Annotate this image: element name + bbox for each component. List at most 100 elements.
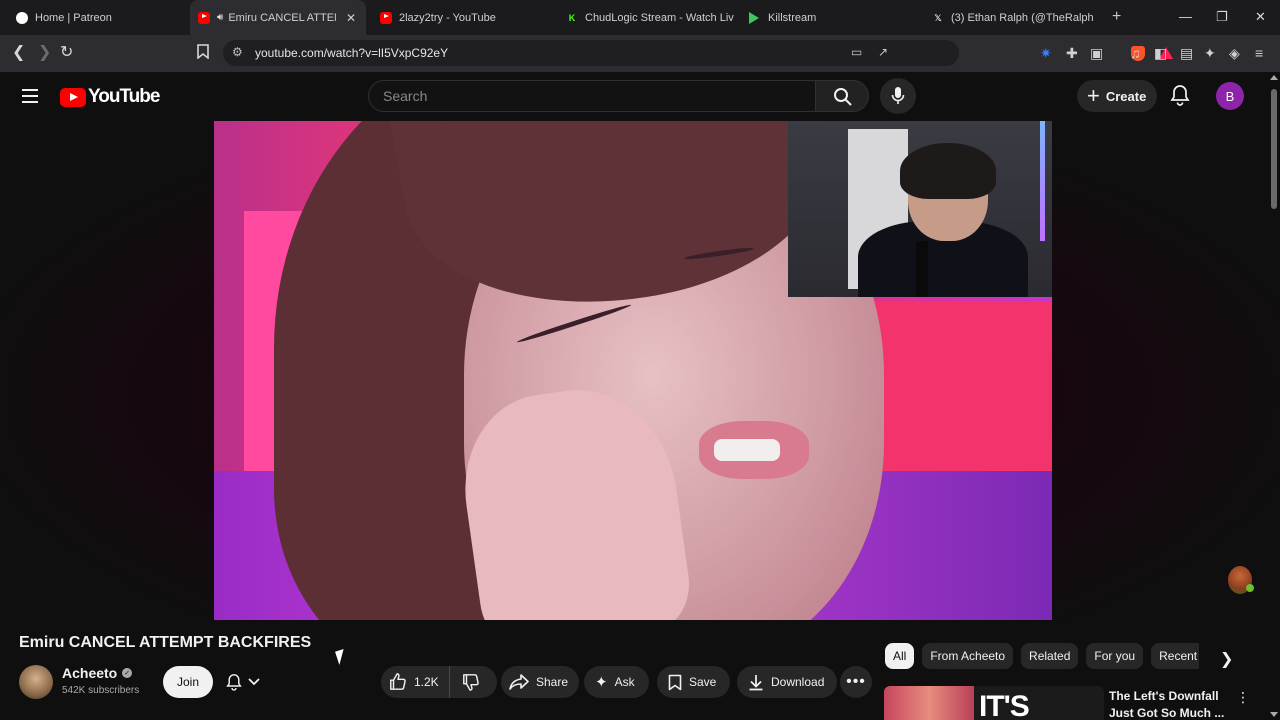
search-input[interactable] [383, 81, 803, 111]
reload-icon[interactable]: ↻ [60, 44, 73, 62]
microphone-icon [891, 87, 905, 104]
subscription-bell-button[interactable] [226, 666, 260, 698]
chevron-right-icon[interactable]: ❯ [1220, 649, 1233, 669]
extensions-puzzle-icon[interactable]: ✚ [1066, 45, 1078, 61]
voice-search-button[interactable] [880, 78, 916, 114]
youtube-logo-icon [60, 87, 86, 107]
save-label: Save [689, 675, 717, 689]
tab-youtube-active[interactable]: 🔊︎ Emiru CANCEL ATTEMPT ✕ [190, 0, 366, 35]
floating-extension-icon[interactable] [1228, 566, 1254, 594]
chip-all[interactable]: All [885, 643, 915, 669]
download-label: Download [771, 675, 825, 689]
download-button[interactable]: Download [737, 666, 837, 698]
share-button[interactable]: Share [501, 666, 579, 698]
kick-icon: K [568, 12, 576, 23]
new-tab-icon[interactable]: + [1112, 8, 1121, 26]
channel-avatar[interactable] [19, 665, 53, 699]
speaker-icon[interactable]: 🔊︎ [217, 12, 223, 23]
tab-killstream[interactable]: Killstream [741, 0, 917, 35]
patreon-icon [16, 11, 28, 24]
channel-name-text[interactable]: Acheeto [62, 665, 117, 681]
download-icon [749, 674, 763, 690]
site-info-icon[interactable]: ⚙ [232, 45, 243, 59]
ask-label: Ask [614, 675, 635, 689]
thumbnail-text: IT'S [979, 690, 1030, 720]
scroll-down-icon[interactable] [1270, 712, 1278, 717]
forward-icon[interactable]: ❯ [38, 44, 51, 62]
scrollbar-thumb[interactable] [1271, 89, 1277, 209]
chip-recent[interactable]: Recent [1151, 643, 1200, 669]
dislike-button[interactable] [450, 666, 492, 698]
hamburger-menu-icon[interactable] [22, 89, 38, 103]
bell-icon [226, 674, 242, 691]
video-frame-subject [714, 439, 780, 461]
like-button[interactable]: 1.2K [381, 666, 450, 698]
youtube-logo[interactable]: YouTube [60, 86, 160, 108]
leo-ai-icon[interactable]: ✦ [1204, 45, 1216, 61]
save-button[interactable]: Save [657, 666, 730, 698]
thumbnail-photo [884, 686, 974, 720]
chip-from-acheeto[interactable]: From Acheeto [922, 643, 1014, 669]
plus-icon: + [1087, 83, 1100, 108]
address-bar[interactable]: ⚙ youtube.com/watch?v=lI5VxpC92eY ▭ ↗ [223, 40, 1173, 66]
menu-icon[interactable]: ≡ [1255, 45, 1263, 61]
like-dislike-group: 1.2K [381, 666, 497, 698]
webcam-overlay [788, 121, 1052, 297]
webcam-frame [1040, 121, 1045, 241]
scroll-up-icon[interactable] [1270, 75, 1278, 80]
wallet-icon[interactable]: ▤ [1180, 45, 1193, 61]
tab-2lazy2try[interactable]: 2lazy2try - YouTube [372, 0, 552, 35]
create-button[interactable]: + Create [1077, 80, 1157, 112]
page-scrollbar[interactable] [1270, 75, 1278, 720]
webcam-frame [900, 143, 996, 199]
chip-for-you[interactable]: For you [1086, 643, 1144, 669]
sidebar-icon[interactable]: ◧ [1154, 45, 1167, 61]
youtube-icon [380, 11, 392, 24]
tab-label: Emiru CANCEL ATTEMPT [228, 11, 336, 24]
youtube-header: YouTube + Create B [0, 72, 1280, 120]
sparkle-icon: ✦ [595, 674, 608, 691]
media-icon[interactable]: ♫ [1130, 45, 1141, 61]
join-button[interactable]: Join [163, 666, 213, 698]
close-tab-icon[interactable]: ✕ [336, 11, 366, 25]
bookmark-icon[interactable] [197, 44, 209, 63]
recommendation-title[interactable]: The Left's Downfall Just Got So Much ... [1109, 688, 1231, 720]
more-vertical-icon[interactable]: ⋮ [1236, 689, 1250, 706]
tab-ethan-ralph[interactable]: 𝕏 (3) Ethan Ralph (@TheRalphRet [924, 0, 1100, 35]
tab-label: Killstream [768, 11, 817, 24]
more-actions-button[interactable]: ••• [840, 666, 872, 698]
chip-related[interactable]: Related [1021, 643, 1079, 669]
bookmark-save-icon [668, 674, 682, 690]
create-label: Create [1105, 88, 1147, 104]
account-avatar[interactable]: B [1216, 82, 1244, 110]
restore-icon[interactable]: ❐ [1216, 9, 1228, 25]
close-window-icon[interactable]: ✕ [1255, 9, 1266, 25]
cast-icon[interactable]: ▭ [851, 45, 862, 59]
chevron-down-icon [248, 678, 260, 686]
tab-label: 2lazy2try - YouTube [399, 11, 496, 24]
play-icon [749, 11, 761, 24]
youtube-wordmark: YouTube [88, 86, 160, 107]
back-icon[interactable]: ❮ [12, 44, 25, 62]
share-icon [509, 674, 529, 690]
tab-label: (3) Ethan Ralph (@TheRalphRet [951, 11, 1093, 24]
search-button[interactable] [815, 80, 869, 112]
search-icon [834, 88, 852, 106]
webcam-frame [916, 241, 928, 297]
vpn-icon[interactable]: ◈ [1229, 45, 1240, 61]
channel-name[interactable]: Acheeto ✓ [62, 665, 133, 681]
extension-icon[interactable]: ✷ [1040, 45, 1052, 61]
share-page-icon[interactable]: ↗ [878, 45, 888, 59]
notifications-bell-icon[interactable] [1170, 84, 1190, 106]
browser-tab-strip: Home | Patreon 🔊︎ Emiru CANCEL ATTEMPT ✕… [0, 0, 1280, 35]
tab-chudlogic[interactable]: K ChudLogic Stream - Watch Live [558, 0, 734, 35]
video-title: Emiru CANCEL ATTEMPT BACKFIRES [19, 634, 312, 651]
recommendation-thumbnail[interactable]: IT'S [884, 686, 1104, 720]
minimize-icon[interactable]: — [1179, 9, 1192, 24]
like-count: 1.2K [414, 675, 439, 689]
tab-patreon[interactable]: Home | Patreon [8, 0, 188, 35]
thumbs-up-icon [390, 673, 406, 690]
screenshot-icon[interactable]: ▣ [1090, 45, 1103, 61]
url-text[interactable]: youtube.com/watch?v=lI5VxpC92eY [255, 46, 448, 60]
ask-button[interactable]: ✦ Ask [584, 666, 649, 698]
